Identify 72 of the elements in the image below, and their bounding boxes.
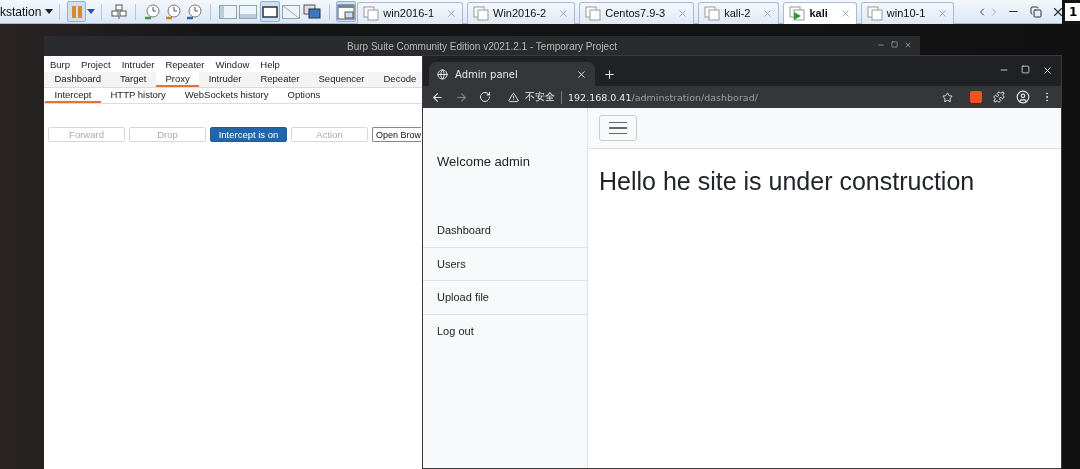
vm-icon (585, 5, 602, 21)
tool-tab[interactable]: Proxy (155, 72, 200, 87)
warning-icon (508, 91, 519, 103)
puzzle-icon (993, 91, 1005, 103)
restore-icon (1029, 5, 1042, 18)
tool-tab[interactable]: Sequencer (309, 72, 374, 87)
tool-tab[interactable]: Decode (374, 72, 417, 87)
menu-item[interactable]: Help (260, 58, 280, 70)
reload-icon (479, 91, 491, 103)
close-icon[interactable] (677, 7, 689, 19)
globe-icon (437, 68, 448, 80)
close-icon[interactable] (839, 7, 851, 19)
menu-item[interactable]: Repeater (165, 58, 205, 70)
revert-snapshot-button[interactable] (163, 1, 183, 22)
display-number: 1 (1065, 2, 1080, 21)
menu-item[interactable]: Project (81, 58, 111, 70)
tool-tab[interactable]: Dashboard (45, 72, 111, 87)
vm-icon (473, 5, 490, 21)
close-icon (576, 68, 587, 80)
action-button[interactable]: Open Brow (372, 127, 421, 142)
pause-button[interactable] (67, 1, 87, 22)
vm-tab[interactable]: kali-2 (698, 1, 780, 24)
close-icon[interactable] (937, 7, 949, 19)
sidebar-item[interactable]: Log out (423, 314, 587, 348)
close-icon[interactable] (446, 7, 458, 19)
forward-icon (455, 90, 468, 104)
intercept-toggle[interactable]: Intercept is on (210, 127, 287, 142)
extension-icon[interactable] (970, 91, 982, 103)
sidebar-item[interactable]: Users (423, 247, 587, 281)
close-icon[interactable] (558, 7, 570, 19)
caret-icon (45, 9, 54, 14)
vm-tab[interactable]: Win2016-2 (467, 1, 576, 24)
workstation-menu[interactable]: kstation (0, 4, 42, 19)
sidebar-item[interactable]: Dashboard (423, 214, 587, 248)
console-view-button[interactable] (302, 1, 322, 22)
star-icon (942, 91, 953, 103)
vm-icon (704, 5, 721, 21)
send-keys-button[interactable] (109, 1, 129, 22)
maximize-icon (1021, 65, 1030, 76)
vm-tab[interactable]: win10-1 (860, 1, 955, 24)
tool-tab[interactable]: Repeater (250, 72, 310, 87)
page-heading: Hello he site is under construction (599, 167, 976, 196)
maximize-icon (891, 41, 898, 49)
vm-tab[interactable]: win2016-1 (357, 1, 464, 24)
sidebar-heading: Welcome admin (436, 153, 531, 171)
tool-tab[interactable]: Intruder (199, 72, 251, 87)
vm-tab[interactable]: kali (783, 1, 857, 24)
tool-tab[interactable]: Target (110, 72, 156, 87)
minimize-icon (877, 41, 885, 49)
menu-toggle-button[interactable] (599, 115, 637, 141)
close-icon (904, 41, 912, 49)
tabs-view-button[interactable] (336, 1, 357, 22)
close-icon (1042, 65, 1053, 76)
menu-item[interactable]: Burp (50, 58, 71, 70)
back-icon (431, 90, 444, 104)
sidebar-item[interactable]: Upload file (423, 281, 587, 315)
pause-icon (70, 4, 83, 19)
menu-item[interactable]: Window (215, 58, 250, 70)
caret-icon (87, 9, 96, 14)
full-screen-button[interactable] (259, 1, 280, 22)
vm-icon (363, 5, 380, 21)
vm-icon (789, 5, 806, 21)
snapshot-manager-button[interactable] (184, 1, 204, 22)
browser-tab[interactable]: Admin panel (429, 62, 595, 86)
vm-tab[interactable]: Centos7.9-3 (579, 1, 695, 24)
window-title: Burp Suite Community Edition v2021.2.1 - Temporary Project (347, 40, 617, 52)
vm-icon (866, 5, 883, 21)
snapshot-button[interactable] (142, 1, 162, 22)
new-tab-icon (603, 67, 616, 81)
profile-icon (1016, 90, 1030, 104)
menu-item[interactable]: Intruder (121, 58, 155, 70)
close-icon[interactable] (762, 7, 774, 19)
